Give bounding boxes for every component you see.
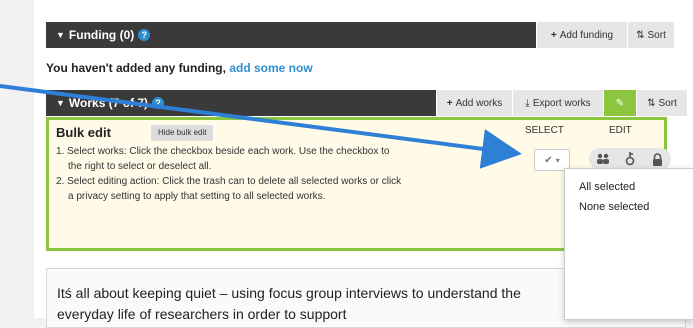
limited-icon[interactable] xyxy=(617,148,643,170)
check-icon: ✔ xyxy=(544,154,553,166)
bulk-edit-button[interactable]: ✎ xyxy=(604,90,636,116)
page: ▼ Funding (0) ? + Add funding ⇅ Sort You… xyxy=(34,0,693,328)
funding-title-label: Funding (0) xyxy=(68,28,135,42)
menu-item-none-selected[interactable]: None selected xyxy=(565,197,693,217)
works-header[interactable]: ▼ Works (7 of 7) ? xyxy=(46,90,436,116)
help-icon[interactable]: ? xyxy=(138,29,151,41)
menu-item-all-selected[interactable]: All selected xyxy=(565,177,693,197)
instruction-step: 2. Select editing action: Click the tras… xyxy=(56,176,402,202)
select-heading: SELECT xyxy=(525,125,564,136)
pencil-icon: ✎ xyxy=(615,97,625,109)
export-works-button[interactable]: ⤓ Export works xyxy=(513,90,603,116)
hide-bulk-edit-button[interactable]: Hide bulk edit xyxy=(151,125,214,141)
download-icon: ⤓ xyxy=(525,97,530,109)
bulk-edit-title: Bulk edit xyxy=(56,125,111,140)
chevron-down-icon: ▼ xyxy=(56,30,65,40)
add-works-button[interactable]: + Add works xyxy=(437,90,512,116)
funding-title[interactable]: ▼ Funding (0) ? xyxy=(46,28,151,42)
help-icon[interactable]: ? xyxy=(152,97,165,109)
privacy-edit-group xyxy=(589,148,671,170)
add-funding-link[interactable]: add some now xyxy=(229,61,312,75)
select-dropdown-menu: All selected None selected xyxy=(564,168,693,320)
chevron-down-icon: ▼ xyxy=(56,98,65,108)
funding-sort-button[interactable]: ⇅ Sort xyxy=(627,22,674,48)
chevron-down-icon: ▾ xyxy=(555,155,560,165)
public-icon[interactable] xyxy=(590,148,616,170)
funding-empty-message: You haven't added any funding, add some … xyxy=(46,61,313,75)
sort-icon: ⇅ xyxy=(647,97,656,109)
plus-icon: + xyxy=(446,97,453,109)
add-funding-button[interactable]: + Add funding xyxy=(536,22,627,48)
edit-heading: EDIT xyxy=(609,125,632,136)
instruction-step: 1. Select works: Click the checkbox besi… xyxy=(56,146,390,172)
bulk-edit-instructions: 1. Select works: Click the checkbox besi… xyxy=(56,144,406,204)
funding-header[interactable]: ▼ Funding (0) ? xyxy=(46,22,621,48)
works-title-label: Works (7 of 7) xyxy=(68,96,149,110)
work-title: Itś all about keeping quiet – using focu… xyxy=(57,285,521,322)
sort-icon: ⇅ xyxy=(636,29,645,41)
lock-icon[interactable] xyxy=(644,148,670,170)
works-title[interactable]: ▼ Works (7 of 7) ? xyxy=(46,96,165,110)
plus-icon: + xyxy=(550,29,557,41)
works-sort-button[interactable]: ⇅ Sort xyxy=(637,90,687,116)
